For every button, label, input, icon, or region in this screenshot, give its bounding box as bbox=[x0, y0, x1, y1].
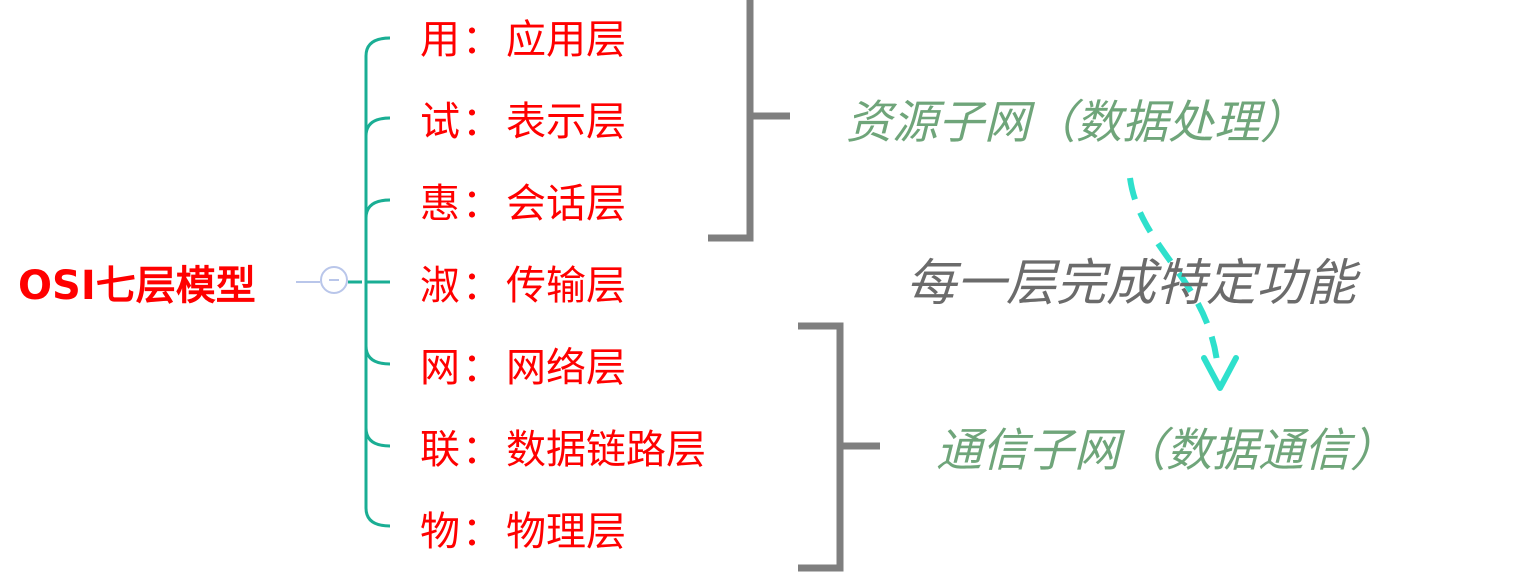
layer-separator: ： bbox=[462, 99, 502, 145]
layer-item-presentation: 试： 表示层 bbox=[420, 94, 626, 150]
layer-name: 传输层 bbox=[506, 263, 626, 309]
arrow-down-icon bbox=[1201, 355, 1239, 391]
layer-separator: ： bbox=[462, 509, 502, 555]
branch-tick bbox=[364, 116, 391, 137]
layer-mnemonic: 网 bbox=[420, 345, 460, 391]
layer-item-session: 惠： 会话层 bbox=[420, 176, 626, 232]
communication-subnet-label: 通信子网（数据通信） bbox=[936, 423, 1396, 477]
collapse-minus-icon[interactable] bbox=[320, 266, 348, 294]
layer-mnemonic: 惠 bbox=[420, 181, 460, 227]
layer-item-transport: 淑： 传输层 bbox=[420, 258, 626, 314]
branch-tick bbox=[364, 198, 391, 219]
layer-mnemonic: 试 bbox=[420, 99, 460, 145]
resource-bracket bbox=[708, 0, 790, 242]
layer-name: 会话层 bbox=[506, 181, 626, 227]
minus-glyph bbox=[329, 279, 339, 281]
layer-separator: ： bbox=[462, 263, 502, 309]
layer-item-datalink: 联： 数据链路层 bbox=[420, 422, 706, 478]
layer-name: 物理层 bbox=[506, 509, 626, 555]
layer-name: 应用层 bbox=[506, 17, 626, 63]
layer-name: 表示层 bbox=[506, 99, 626, 145]
center-note: 每一层完成特定功能 bbox=[906, 254, 1356, 312]
layer-name: 数据链路层 bbox=[506, 427, 706, 473]
layer-mnemonic: 用 bbox=[420, 17, 460, 63]
layer-separator: ： bbox=[462, 17, 502, 63]
osi-mindmap: OSI七层模型 用： 应用层 试： 表示层 惠： 会话层 淑： 传输层 网： 网络层 联：… bbox=[0, 0, 1520, 574]
layer-mnemonic: 联 bbox=[420, 427, 460, 473]
branch-tick bbox=[364, 345, 391, 366]
layer-mnemonic: 物 bbox=[420, 509, 460, 555]
layer-mnemonic: 淑 bbox=[420, 263, 460, 309]
layer-item-physical: 物： 物理层 bbox=[420, 504, 626, 560]
layer-name: 网络层 bbox=[506, 345, 626, 391]
root-title: OSI七层模型 bbox=[18, 263, 256, 309]
layer-item-network: 网： 网络层 bbox=[420, 340, 626, 396]
resource-subnet-label: 资源子网（数据处理） bbox=[846, 95, 1306, 149]
communication-bracket bbox=[798, 322, 880, 572]
layer-separator: ： bbox=[462, 181, 502, 227]
layer-item-application: 用： 应用层 bbox=[420, 12, 626, 68]
layer-separator: ： bbox=[462, 427, 502, 473]
branch-tick bbox=[364, 427, 391, 448]
layer-separator: ： bbox=[462, 345, 502, 391]
